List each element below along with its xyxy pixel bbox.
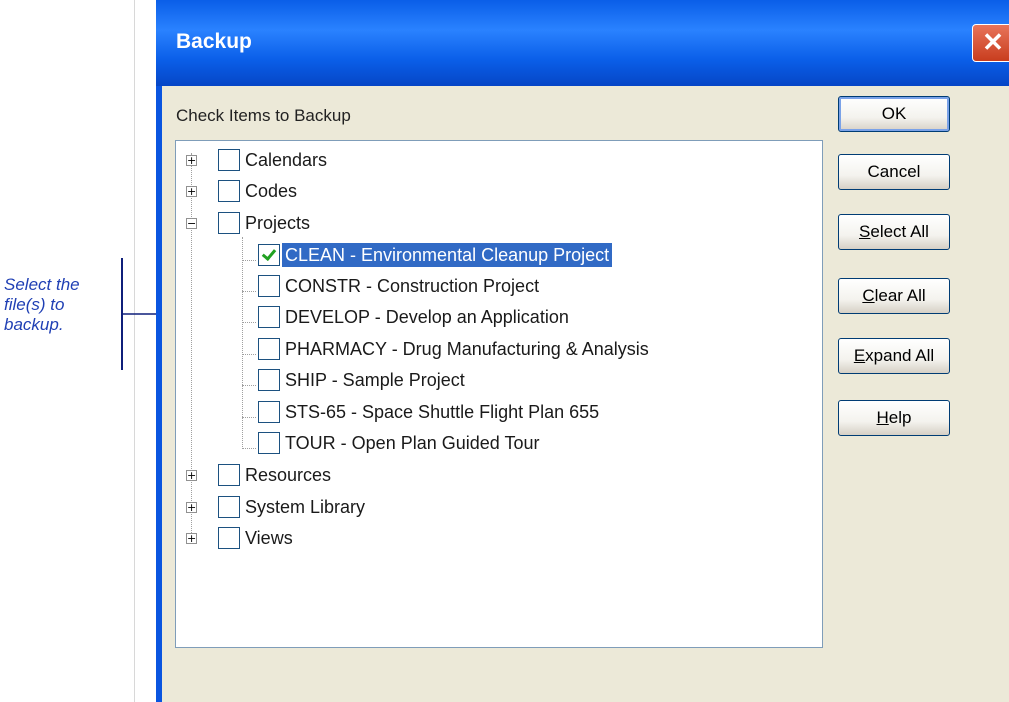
tree-item-project-develop[interactable]: DEVELOP - Develop an Application <box>176 305 816 331</box>
tree-item-projects[interactable]: − Projects <box>176 211 816 237</box>
close-button[interactable]: ✕ <box>972 24 1009 62</box>
tree-item-label: Views <box>245 528 293 548</box>
tree-item-label: Resources <box>245 465 332 485</box>
checkbox-projects[interactable] <box>218 212 240 234</box>
expand-plus-icon[interactable]: + <box>186 502 197 513</box>
checkbox-calendars[interactable] <box>218 149 240 171</box>
backup-tree[interactable]: + Calendars + Codes − Projects CLEAN - E… <box>175 140 823 648</box>
close-icon: ✕ <box>982 27 1004 57</box>
checkbox-clean[interactable] <box>258 244 280 266</box>
tree-item-label: CLEAN - Environmental Cleanup Project <box>282 243 613 267</box>
clear-all-button[interactable]: Clear All <box>838 278 950 314</box>
tree-item-project-constr[interactable]: CONSTR - Construction Project <box>176 274 816 300</box>
button-label: elp <box>888 408 912 427</box>
ok-button[interactable]: OK <box>838 96 950 132</box>
checkbox-tour[interactable] <box>258 432 280 454</box>
tree-item-resources[interactable]: + Resources <box>176 463 816 489</box>
expand-plus-icon[interactable]: + <box>186 155 197 166</box>
tree-item-project-tour[interactable]: TOUR - Open Plan Guided Tour <box>176 431 816 457</box>
checkbox-constr[interactable] <box>258 275 280 297</box>
checkbox-resources[interactable] <box>218 464 240 486</box>
expand-all-button[interactable]: Expand All <box>838 338 950 374</box>
expand-plus-icon[interactable]: + <box>186 186 197 197</box>
tree-item-label: Codes <box>245 181 298 201</box>
tree-item-label: TOUR - Open Plan Guided Tour <box>285 433 540 453</box>
checkbox-develop[interactable] <box>258 306 280 328</box>
access-key: C <box>862 286 875 305</box>
tree-item-label: Calendars <box>245 150 328 170</box>
tree-item-label: SHIP - Sample Project <box>285 370 465 390</box>
checkbox-pharmacy[interactable] <box>258 338 280 360</box>
button-label: lear All <box>874 286 926 305</box>
expand-plus-icon[interactable]: + <box>186 533 197 544</box>
checkbox-system-library[interactable] <box>218 496 240 518</box>
button-label: xpand All <box>865 346 935 365</box>
checkbox-sts65[interactable] <box>258 401 280 423</box>
tree-item-project-sts65[interactable]: STS-65 - Space Shuttle Flight Plan 655 <box>176 400 816 426</box>
access-key: S <box>859 222 871 241</box>
tree-item-label: System Library <box>245 497 366 517</box>
tree-item-project-ship[interactable]: SHIP - Sample Project <box>176 368 816 394</box>
tree-item-label: DEVELOP - Develop an Application <box>285 307 569 327</box>
dialog-title: Backup <box>176 30 252 53</box>
expand-plus-icon[interactable]: + <box>186 470 197 481</box>
access-key: H <box>876 408 889 427</box>
checkbox-ship[interactable] <box>258 369 280 391</box>
checkbox-views[interactable] <box>218 527 240 549</box>
tree-item-project-pharmacy[interactable]: PHARMACY - Drug Manufacturing & Analysis <box>176 337 816 363</box>
tree-item-views[interactable]: + Views <box>176 526 816 552</box>
tree-label: Check Items to Backup <box>176 106 351 125</box>
checkbox-codes[interactable] <box>218 180 240 202</box>
help-button[interactable]: Help <box>838 400 950 436</box>
tree-item-codes[interactable]: + Codes <box>176 179 816 205</box>
cancel-button[interactable]: Cancel <box>838 154 950 190</box>
select-all-button[interactable]: Select All <box>838 214 950 250</box>
access-key: E <box>853 346 866 365</box>
tree-item-label: CONSTR - Construction Project <box>285 276 540 296</box>
dialog-client-area: Check Items to Backup + Calendars + Code… <box>162 86 1009 702</box>
backup-dialog: Backup ✕ Check Items to Backup + Calenda… <box>156 0 1009 702</box>
title-bar[interactable]: Backup ✕ <box>156 0 1009 86</box>
button-label: elect All <box>870 222 929 241</box>
tree-item-calendars[interactable]: + Calendars <box>176 148 816 174</box>
tree-item-label: PHARMACY - Drug Manufacturing & Analysis <box>285 339 649 359</box>
tree-item-label: Projects <box>245 213 311 233</box>
tree-item-system-library[interactable]: + System Library <box>176 495 816 521</box>
tree-item-label: STS-65 - Space Shuttle Flight Plan 655 <box>285 402 600 422</box>
collapse-minus-icon[interactable]: − <box>186 218 197 229</box>
tree-item-project-clean[interactable]: CLEAN - Environmental Cleanup Project <box>176 243 816 269</box>
